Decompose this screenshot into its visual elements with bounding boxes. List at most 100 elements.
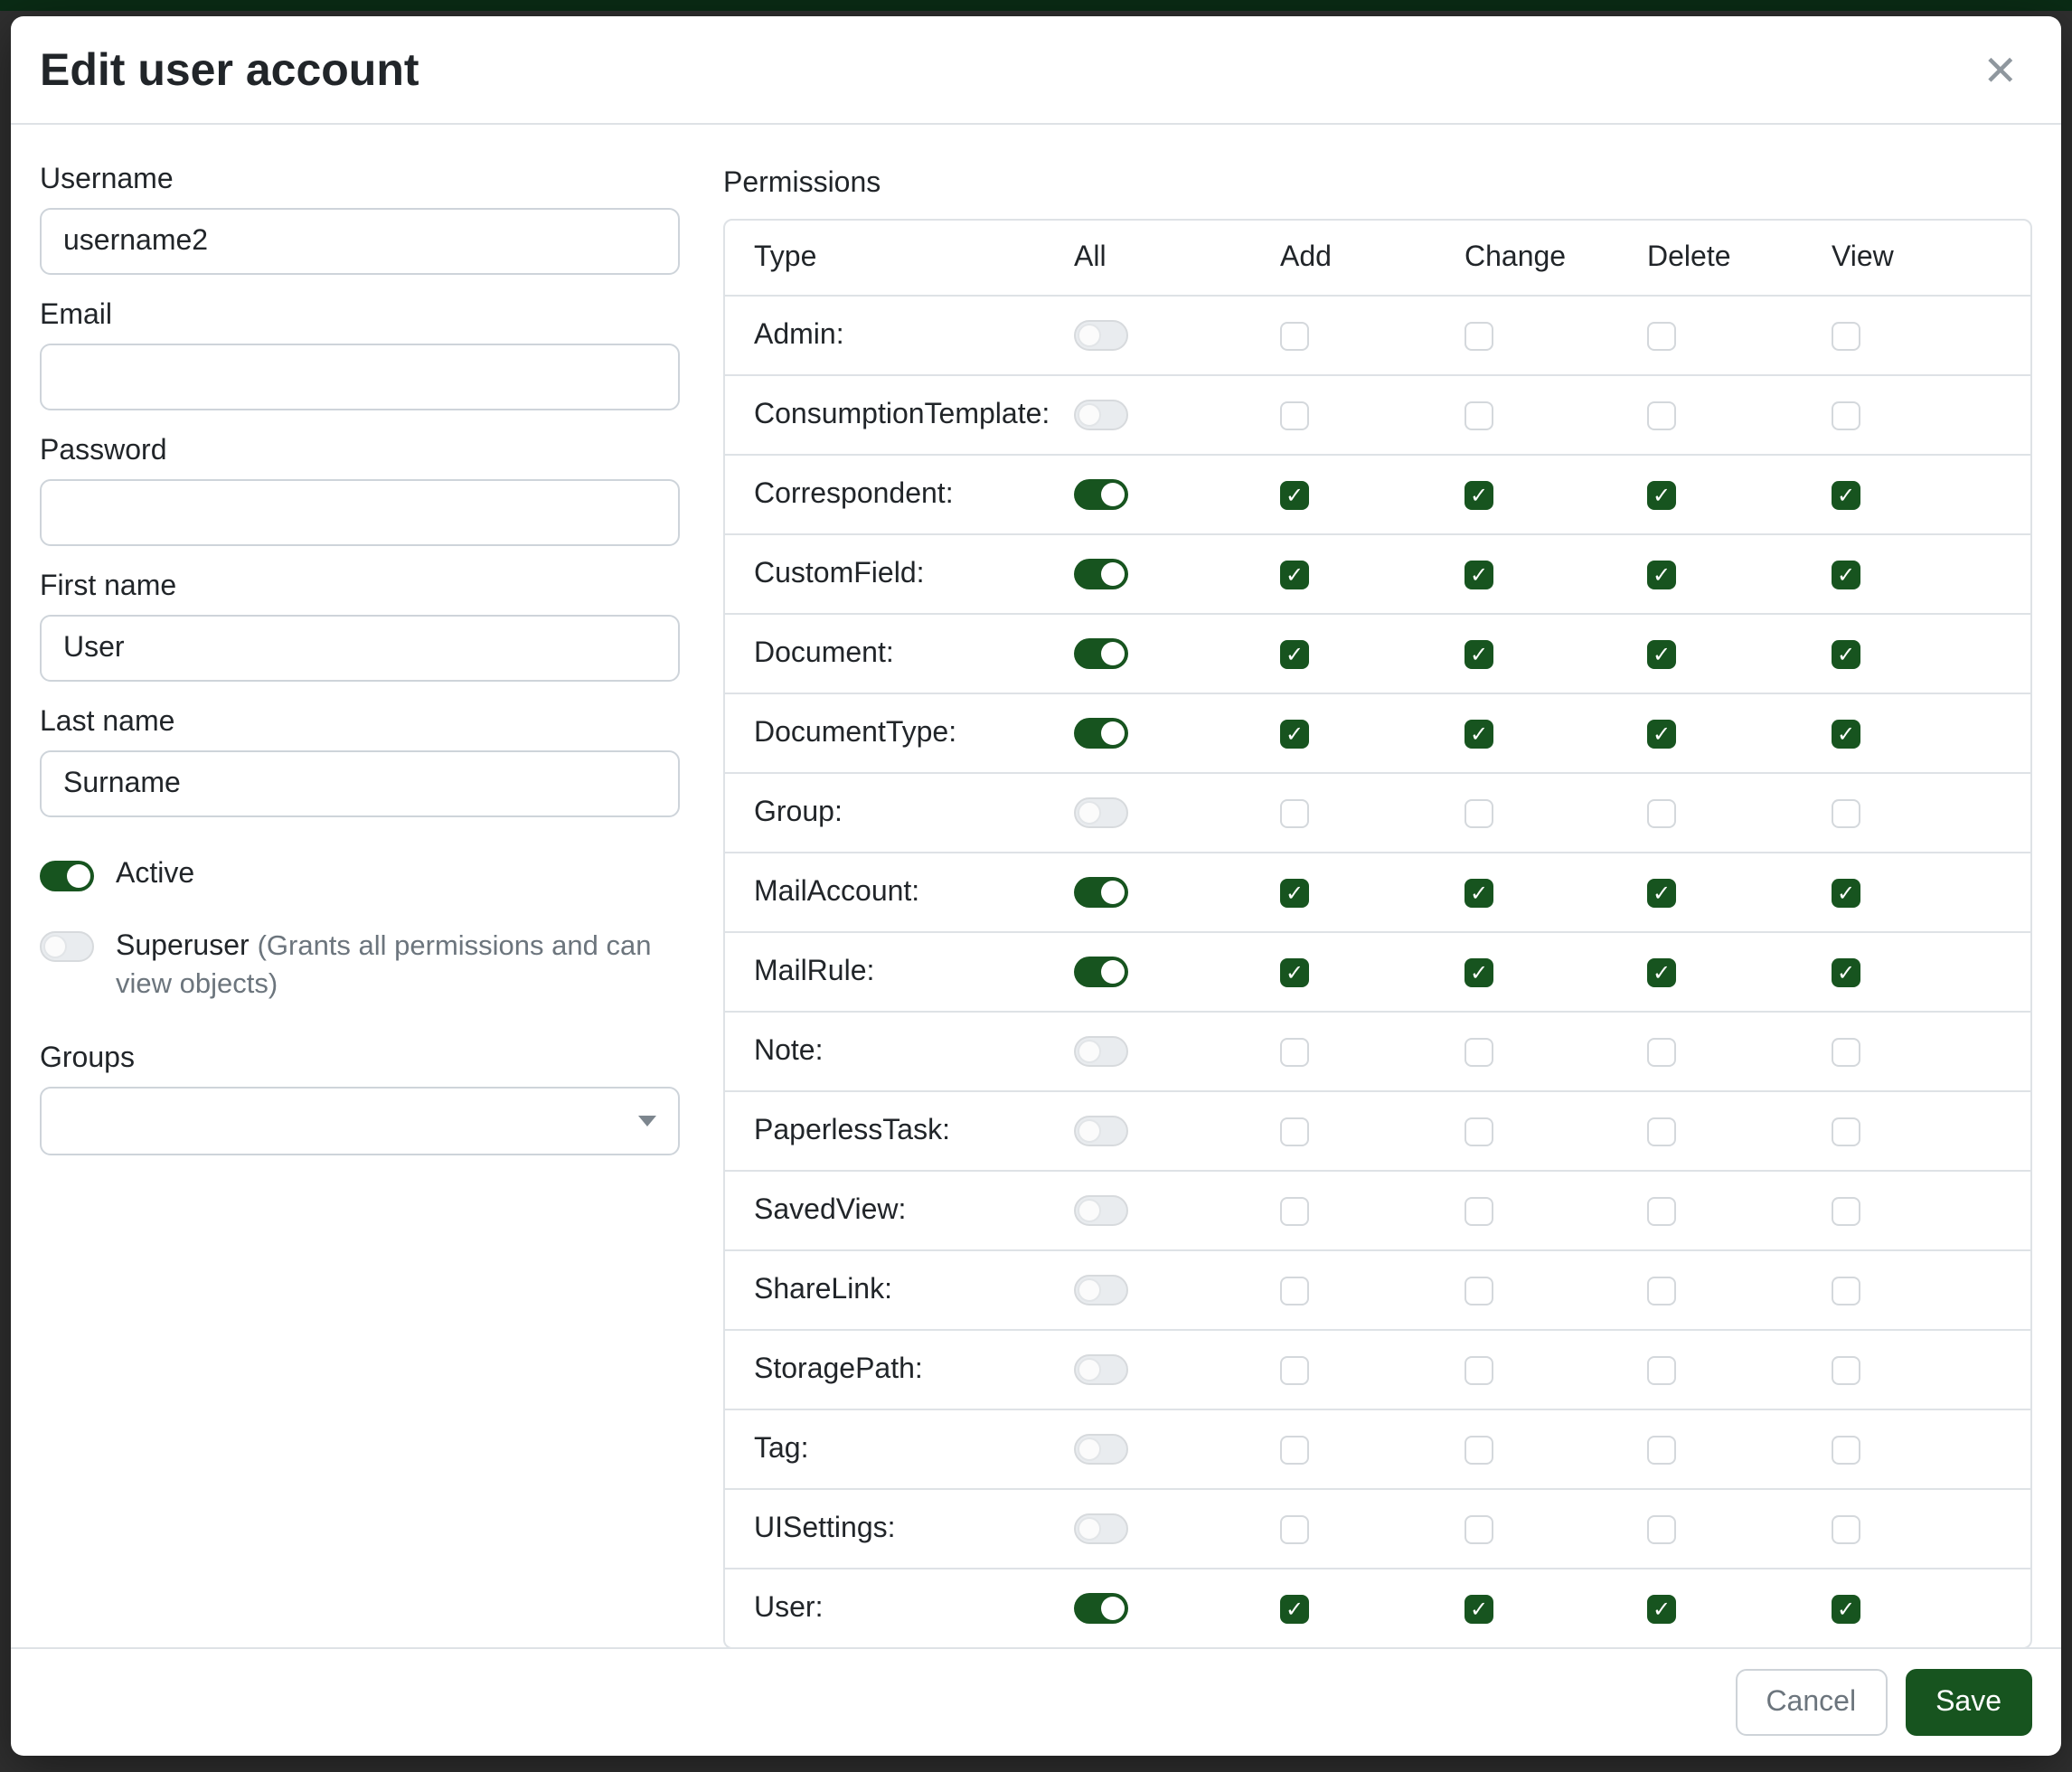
permission-add-checkbox[interactable]	[1280, 321, 1309, 350]
permission-add-checkbox[interactable]	[1280, 560, 1309, 589]
permission-add-checkbox[interactable]	[1280, 639, 1309, 668]
permission-view-checkbox[interactable]	[1832, 1196, 1860, 1225]
permission-view-checkbox[interactable]	[1832, 560, 1860, 589]
permission-delete-checkbox[interactable]	[1647, 401, 1676, 429]
superuser-toggle[interactable]	[40, 931, 94, 962]
permission-add-checkbox[interactable]	[1280, 719, 1309, 748]
permission-all-toggle[interactable]	[1074, 1116, 1128, 1146]
permission-add-checkbox[interactable]	[1280, 878, 1309, 907]
permission-change-checkbox[interactable]	[1465, 639, 1493, 668]
permission-all-toggle[interactable]	[1074, 877, 1128, 908]
permission-delete-checkbox[interactable]	[1647, 1117, 1676, 1145]
permission-delete-checkbox[interactable]	[1647, 719, 1676, 748]
permission-all-toggle[interactable]	[1074, 1434, 1128, 1465]
permission-view-checkbox[interactable]	[1832, 1117, 1860, 1145]
permission-change-checkbox[interactable]	[1465, 1594, 1493, 1623]
permission-all-toggle[interactable]	[1074, 957, 1128, 987]
permission-view-checkbox[interactable]	[1832, 719, 1860, 748]
permission-add-checkbox[interactable]	[1280, 1355, 1309, 1384]
permission-delete-checkbox[interactable]	[1647, 1196, 1676, 1225]
permission-change-checkbox[interactable]	[1465, 1355, 1493, 1384]
permission-add-checkbox[interactable]	[1280, 1276, 1309, 1305]
permission-all-toggle[interactable]	[1074, 797, 1128, 828]
permission-delete-checkbox[interactable]	[1647, 798, 1676, 827]
permission-all-toggle[interactable]	[1074, 559, 1128, 589]
modal-header: Edit user account ✕	[11, 16, 2061, 125]
permission-add-checkbox[interactable]	[1280, 1037, 1309, 1066]
permission-all-toggle[interactable]	[1074, 1513, 1128, 1544]
permission-add-checkbox[interactable]	[1280, 480, 1309, 509]
last-name-field[interactable]	[40, 750, 680, 817]
save-button[interactable]: Save	[1905, 1669, 2032, 1736]
permission-delete-checkbox[interactable]	[1647, 321, 1676, 350]
permission-delete-checkbox[interactable]	[1647, 1594, 1676, 1623]
permission-add-checkbox[interactable]	[1280, 401, 1309, 429]
permission-add-checkbox[interactable]	[1280, 1514, 1309, 1543]
permission-change-checkbox[interactable]	[1465, 1514, 1493, 1543]
permission-add-checkbox[interactable]	[1280, 798, 1309, 827]
permission-add-checkbox[interactable]	[1280, 957, 1309, 986]
groups-select[interactable]	[40, 1087, 680, 1155]
email-field[interactable]	[40, 344, 680, 410]
permission-all-toggle[interactable]	[1074, 400, 1128, 430]
toggle-knob	[1101, 721, 1125, 745]
permission-delete-checkbox[interactable]	[1647, 480, 1676, 509]
permission-change-checkbox[interactable]	[1465, 1117, 1493, 1145]
permission-delete-checkbox[interactable]	[1647, 560, 1676, 589]
permission-all-toggle[interactable]	[1074, 718, 1128, 749]
permission-delete-checkbox[interactable]	[1647, 1355, 1676, 1384]
permission-all-toggle[interactable]	[1074, 479, 1128, 510]
cancel-button[interactable]: Cancel	[1735, 1669, 1887, 1736]
permission-view-checkbox[interactable]	[1832, 639, 1860, 668]
permission-add-checkbox[interactable]	[1280, 1196, 1309, 1225]
permission-delete-checkbox[interactable]	[1647, 1276, 1676, 1305]
permission-view-checkbox[interactable]	[1832, 798, 1860, 827]
permission-change-checkbox[interactable]	[1465, 878, 1493, 907]
permission-change-checkbox[interactable]	[1465, 1037, 1493, 1066]
permission-add-checkbox[interactable]	[1280, 1594, 1309, 1623]
password-field[interactable]	[40, 479, 680, 546]
permission-view-checkbox[interactable]	[1832, 1037, 1860, 1066]
permission-change-checkbox[interactable]	[1465, 1196, 1493, 1225]
permission-view-checkbox[interactable]	[1832, 1355, 1860, 1384]
permission-change-checkbox[interactable]	[1465, 401, 1493, 429]
username-field[interactable]	[40, 208, 680, 275]
permission-view-checkbox[interactable]	[1832, 401, 1860, 429]
permission-view-checkbox[interactable]	[1832, 878, 1860, 907]
permission-view-checkbox[interactable]	[1832, 1435, 1860, 1464]
permission-change-checkbox[interactable]	[1465, 1276, 1493, 1305]
permission-delete-checkbox[interactable]	[1647, 639, 1676, 668]
permission-change-checkbox[interactable]	[1465, 957, 1493, 986]
permission-view-checkbox[interactable]	[1832, 480, 1860, 509]
permission-delete-checkbox[interactable]	[1647, 957, 1676, 986]
permission-all-toggle[interactable]	[1074, 1275, 1128, 1305]
toggle-knob	[1101, 483, 1125, 506]
permission-view-checkbox[interactable]	[1832, 957, 1860, 986]
permission-delete-checkbox[interactable]	[1647, 1435, 1676, 1464]
permission-type-label: StoragePath:	[754, 1353, 1074, 1386]
permission-view-checkbox[interactable]	[1832, 321, 1860, 350]
permission-change-checkbox[interactable]	[1465, 719, 1493, 748]
permission-delete-checkbox[interactable]	[1647, 1037, 1676, 1066]
permission-all-toggle[interactable]	[1074, 638, 1128, 669]
first-name-field[interactable]	[40, 615, 680, 682]
permission-change-checkbox[interactable]	[1465, 321, 1493, 350]
permission-change-checkbox[interactable]	[1465, 1435, 1493, 1464]
permission-all-toggle[interactable]	[1074, 1593, 1128, 1624]
permission-delete-checkbox[interactable]	[1647, 878, 1676, 907]
permission-delete-checkbox[interactable]	[1647, 1514, 1676, 1543]
permission-view-checkbox[interactable]	[1832, 1594, 1860, 1623]
permission-all-toggle[interactable]	[1074, 1354, 1128, 1385]
permission-all-toggle[interactable]	[1074, 1195, 1128, 1226]
permission-change-checkbox[interactable]	[1465, 560, 1493, 589]
close-icon[interactable]: ✕	[1972, 42, 2029, 99]
permission-all-toggle[interactable]	[1074, 320, 1128, 351]
permission-change-checkbox[interactable]	[1465, 798, 1493, 827]
permission-view-checkbox[interactable]	[1832, 1276, 1860, 1305]
permission-add-checkbox[interactable]	[1280, 1117, 1309, 1145]
permission-add-checkbox[interactable]	[1280, 1435, 1309, 1464]
permission-view-checkbox[interactable]	[1832, 1514, 1860, 1543]
permission-all-toggle[interactable]	[1074, 1036, 1128, 1067]
active-toggle[interactable]	[40, 861, 94, 891]
permission-change-checkbox[interactable]	[1465, 480, 1493, 509]
